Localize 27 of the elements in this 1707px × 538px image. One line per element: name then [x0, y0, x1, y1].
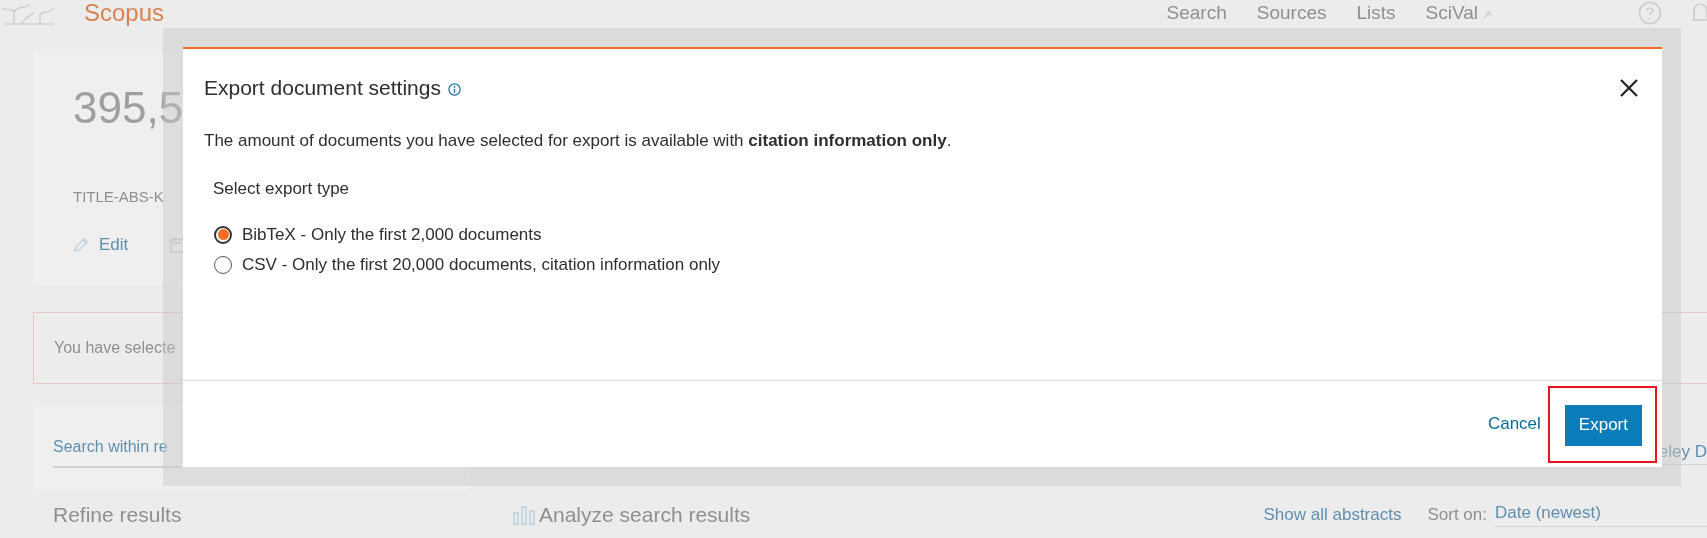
search-query: TITLE-ABS-K	[73, 188, 164, 205]
close-icon[interactable]	[1620, 79, 1638, 97]
nav-link[interactable]: Sources	[1256, 2, 1327, 24]
edit-link[interactable]: Edit	[73, 235, 129, 255]
cancel-link[interactable]: Cancel	[1487, 414, 1541, 434]
export-option[interactable]: BibTeX - Only the first 2,000 documents	[214, 223, 1662, 246]
sort-dropdown[interactable]: Date (newest)	[1495, 503, 1707, 527]
radio-button[interactable]	[214, 225, 232, 244]
pencil-icon	[73, 237, 89, 253]
search-field[interactable]: Search within re	[53, 438, 181, 468]
dialog-title: Export document settings	[204, 76, 441, 100]
sort-label: Sort on:	[1427, 505, 1487, 525]
dialog-message: The amount of documents you have selected for export is available with citation information only.	[204, 131, 953, 151]
brand-name[interactable]: Scopus	[84, 0, 165, 26]
analyze-link[interactable]: Analyze search results	[539, 503, 751, 527]
nav-link[interactable]: Lists	[1356, 2, 1396, 24]
bar-chart-icon	[513, 505, 535, 525]
export-option[interactable]: CSV - Only the first 20,000 documents, citation information only	[214, 253, 1662, 276]
nav-link[interactable]: SciVal	[1425, 2, 1492, 24]
export-button[interactable]: Export	[1564, 404, 1642, 446]
show-abstracts-link[interactable]: Show all abstracts	[1263, 505, 1402, 525]
nav-link[interactable]: Search	[1166, 2, 1227, 24]
refine-title: Refine results	[53, 503, 183, 527]
export-type-label: Select export type	[213, 179, 351, 199]
result-count: 395,5	[73, 82, 184, 134]
notice-text: You have selecte	[54, 339, 176, 357]
info-icon[interactable]	[447, 83, 461, 96]
